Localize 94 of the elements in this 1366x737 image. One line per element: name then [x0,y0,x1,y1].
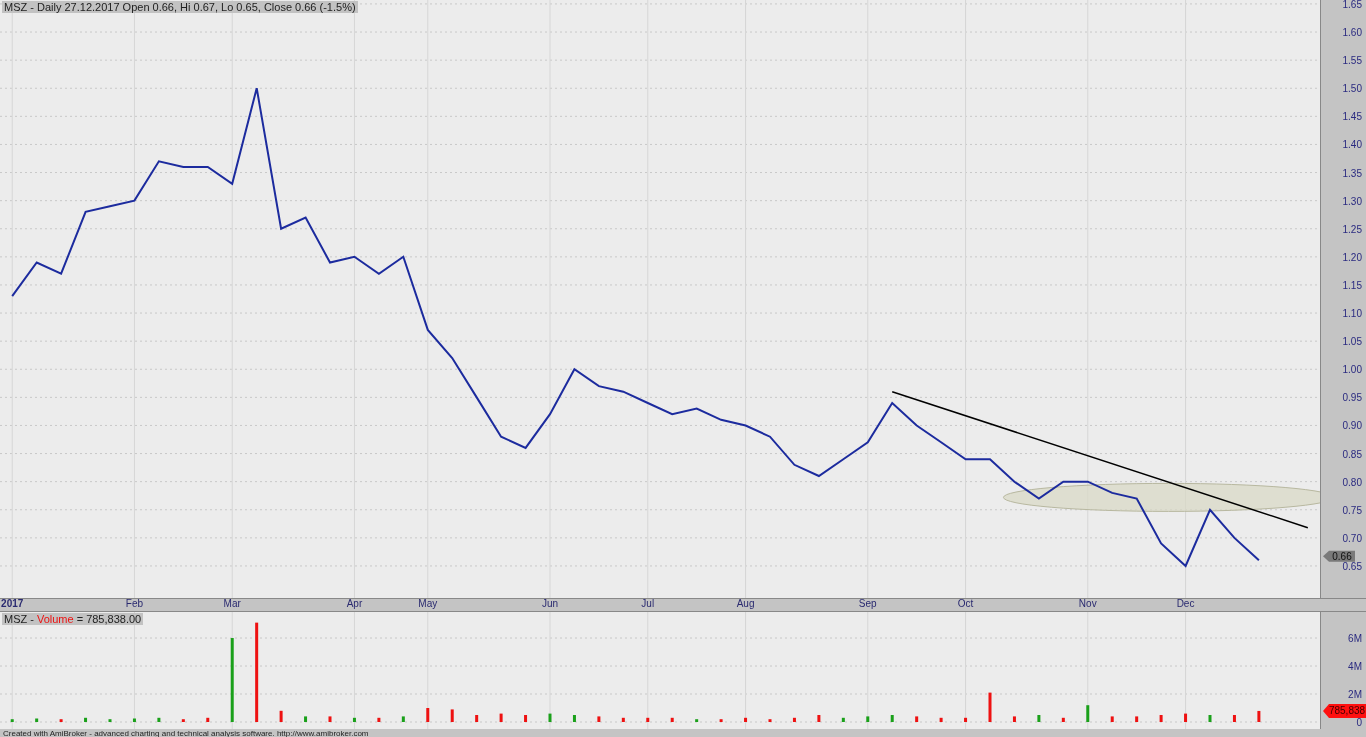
axis-label: 6M [1348,633,1362,645]
volume-bar [939,717,943,722]
volume-bar [572,715,576,722]
volume-bar [10,719,14,722]
volume-bar [1086,705,1090,722]
axis-label: 0.90 [1342,420,1362,432]
axis-label: 1.30 [1342,195,1362,207]
footer-text: Created with AmiBroker - advanced charting and technical analysis software. http://www.amibroker.com [3,729,369,737]
month-label: Aug [736,598,755,610]
axis-label: 0.65 [1342,560,1362,572]
volume-bar [450,709,454,722]
volume-bar [1208,715,1212,722]
last-volume-tag: 785,838 [1323,703,1366,718]
volume-bar [1110,716,1114,722]
volume-bar [132,718,136,722]
volume-bar [1012,716,1016,722]
axis-label: 1.60 [1342,27,1362,39]
month-label: Jun [541,598,559,610]
volume-bar [206,717,210,722]
axis-label: 1.65 [1342,0,1362,10]
month-label: Dec [1176,598,1195,610]
month-label: May [418,598,438,610]
axis-label: 1.55 [1342,55,1362,67]
volume-bar [548,713,552,722]
volume-bar [719,719,723,722]
month-label: 2017 [1,598,24,610]
volume-bar [59,719,63,722]
volume-bar [695,719,699,722]
volume-bar [817,715,821,722]
volume-bar [304,716,308,722]
axis-label: 0.85 [1342,448,1362,460]
volume-bar [964,717,968,722]
volume-bar [890,715,894,722]
volume-bar [621,717,625,722]
axis-label: 0 [1356,717,1362,728]
month-label: Sep [858,598,877,610]
axis-label: 1.40 [1342,139,1362,151]
volume-bar [646,717,650,722]
volume-bar [181,719,185,722]
axis-label: 0.75 [1342,504,1362,516]
volume-bar [279,710,283,722]
volume-bar [35,718,39,722]
volume-bar [1037,715,1041,722]
month-label: Mar [223,598,241,610]
volume-bar [1257,710,1261,722]
volume-title: MSZ - [4,613,34,625]
volume-bar [1135,716,1139,722]
axis-label: 1.50 [1342,83,1362,95]
volume-bar [352,717,356,722]
volume-bar [988,692,992,722]
month-label: Feb [125,598,144,610]
axis-label: 4M [1348,661,1362,672]
axis-label: 2M [1348,689,1362,700]
volume-label: Volume [36,613,74,625]
volume-bar [426,708,430,722]
volume-bar [377,717,381,722]
axis-label: 1.05 [1342,336,1362,348]
chart-title: MSZ - Daily 27.12.2017 Open 0.66, Hi 0.67, Lo 0.65, Close 0.66 (-1.5%) [2,1,358,13]
axis-label: 0.70 [1342,532,1362,544]
volume-bar [475,715,479,722]
month-label: Apr [346,598,363,610]
volume-bar [768,719,772,722]
volume-bar [84,717,88,722]
volume-bar [915,716,919,722]
volume-bar [841,717,845,722]
volume-bar [401,716,405,722]
axis-label: 1.10 [1342,308,1362,320]
volume-bar [792,717,796,722]
volume-bar [524,715,528,722]
axis-label: 1.15 [1342,279,1362,291]
month-label: Oct [957,598,974,610]
volume-bar [744,717,748,722]
volume-value: = 785,838.00 [76,613,142,625]
volume-bar [1159,715,1163,722]
volume-bar [670,717,674,722]
volume-bar [499,713,503,722]
volume-bar [157,717,161,722]
month-label: Jul [641,598,655,610]
axis-label: 0.95 [1342,392,1362,404]
volume-bar [108,719,112,722]
axis-label: 1.00 [1342,364,1362,376]
volume-bar [866,716,870,722]
axis-label: 0.80 [1342,476,1362,488]
axis-label: 1.25 [1342,223,1362,235]
volume-bar [1061,717,1065,722]
axis-label: 1.45 [1342,111,1362,123]
axis-label: 1.35 [1342,167,1362,179]
last-price-tag: 0.66 [1323,550,1355,562]
volume-bar [597,716,601,722]
volume-bar [1184,713,1188,722]
volume-bar [328,716,332,722]
month-label: Nov [1078,598,1097,610]
axis-label: 1.20 [1342,251,1362,263]
volume-bar [1232,715,1236,722]
